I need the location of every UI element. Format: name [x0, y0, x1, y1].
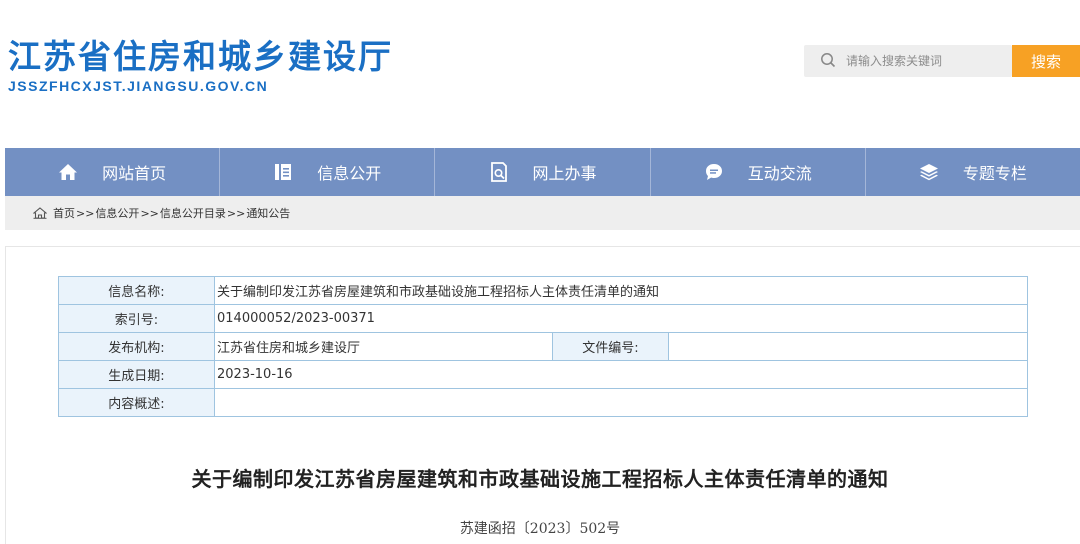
table-row: 生成日期: 2023-10-16 — [58, 360, 1028, 389]
breadcrumb-separator: >> — [140, 206, 159, 220]
nav-item-special-topics[interactable]: 专题专栏 — [866, 148, 1080, 196]
table-row: 内容概述: — [58, 388, 1028, 417]
nav-item-info-disclosure[interactable]: 信息公开 — [220, 148, 436, 196]
site-title[interactable]: 江苏省住房和城乡建设厅 — [8, 30, 393, 78]
chat-bubble-icon — [704, 162, 724, 182]
breadcrumb-notices[interactable]: 通知公告 — [246, 205, 290, 221]
publisher-label: 发布机构: — [58, 332, 215, 361]
breadcrumb-separator: >> — [76, 206, 95, 220]
info-name-label: 信息名称: — [58, 276, 215, 305]
index-number-value: 014000052/2023-00371 — [214, 304, 1028, 333]
main-nav: 网站首页 信息公开 网上办事 互动交流 专题专栏 — [5, 148, 1080, 196]
nav-item-online-services[interactable]: 网上办事 — [435, 148, 651, 196]
nav-item-interaction[interactable]: 互动交流 — [651, 148, 866, 196]
site-header: 江苏省住房和城乡建设厅 JSSZFHCXJST.JIANGSU.GOV.CN 搜… — [0, 0, 1080, 148]
table-row: 信息名称: 关于编制印发江苏省房屋建筑和市政基础设施工程招标人主体责任清单的通知 — [58, 276, 1028, 305]
nav-item-label: 网站首页 — [102, 164, 167, 183]
document-list-icon — [273, 162, 293, 182]
content-summary-value — [214, 388, 1028, 417]
home-icon — [58, 162, 78, 182]
document-number-label: 文件编号: — [552, 332, 669, 361]
search-box — [804, 45, 1012, 77]
document-reference-number: 苏建函招〔2023〕502号 — [459, 521, 621, 537]
home-icon — [33, 207, 47, 219]
document-number-value — [668, 332, 1028, 361]
info-metadata-table: 信息名称: 关于编制印发江苏省房屋建筑和市政基础设施工程招标人主体责任清单的通知… — [58, 276, 1028, 417]
breadcrumb-separator: >> — [226, 206, 246, 220]
nav-item-label: 信息公开 — [317, 164, 382, 183]
nav-item-label: 网上办事 — [532, 164, 597, 183]
generated-date-label: 生成日期: — [58, 360, 215, 389]
breadcrumb: 首页 >> 信息公开 >> 信息公开目录 >> 通知公告 — [5, 196, 1080, 230]
breadcrumb-home[interactable]: 首页 — [53, 205, 75, 221]
index-number-label: 索引号: — [58, 304, 215, 333]
layers-icon — [919, 162, 939, 182]
breadcrumb-info-disclosure[interactable]: 信息公开 — [95, 205, 139, 221]
generated-date-value: 2023-10-16 — [214, 360, 1028, 389]
search-document-icon — [489, 162, 509, 182]
publisher-value: 江苏省住房和城乡建设厅 — [214, 332, 553, 361]
nav-item-label: 互动交流 — [747, 164, 812, 183]
nav-item-label: 专题专栏 — [962, 164, 1027, 183]
info-name-value: 关于编制印发江苏省房屋建筑和市政基础设施工程招标人主体责任清单的通知 — [214, 276, 1028, 305]
table-row: 发布机构: 江苏省住房和城乡建设厅 文件编号: — [58, 332, 1028, 361]
search-button[interactable]: 搜索 — [1012, 45, 1080, 77]
site-domain: JSSZFHCXJST.JIANGSU.GOV.CN — [8, 78, 269, 94]
content-summary-label: 内容概述: — [58, 388, 215, 417]
breadcrumb-info-catalog[interactable]: 信息公开目录 — [160, 205, 226, 221]
search-icon — [820, 52, 836, 68]
search-input[interactable] — [846, 45, 1006, 77]
article-title: 关于编制印发江苏省房屋建筑和市政基础设施工程招标人主体责任清单的通知 — [191, 467, 889, 491]
nav-item-home[interactable]: 网站首页 — [5, 148, 221, 196]
table-row: 索引号: 014000052/2023-00371 — [58, 304, 1028, 333]
